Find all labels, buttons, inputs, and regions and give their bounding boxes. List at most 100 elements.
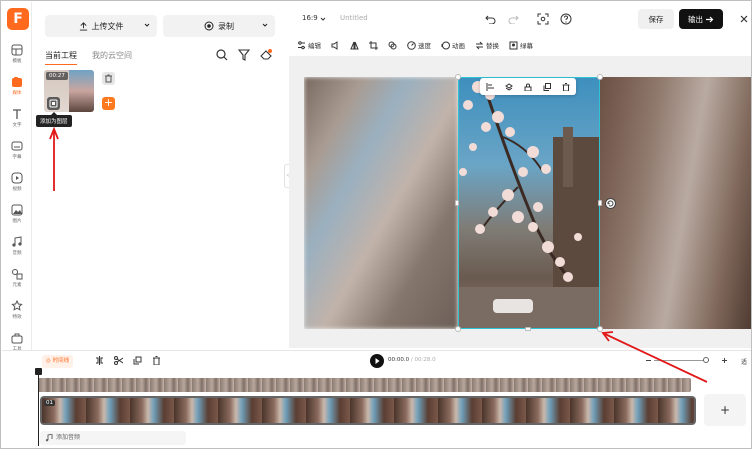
subtitle-icon [11, 141, 23, 151]
speed-tool[interactable]: 速度 [407, 40, 431, 50]
timeline-panel: ◎ 时间线 00:00.0 / 00:28.0 适 01 + 添加音频 [2, 350, 751, 448]
chevron-down-icon[interactable] [262, 22, 268, 28]
selection-box[interactable] [458, 77, 600, 329]
resize-handle-right[interactable] [598, 200, 602, 206]
record-button[interactable]: 录制 [163, 15, 275, 37]
resize-handle-top-left[interactable] [455, 74, 461, 80]
zoom-slider[interactable] [654, 360, 709, 361]
volume-icon [331, 40, 338, 50]
zoom-slider-knob[interactable] [703, 357, 709, 363]
sidebar-item-elements[interactable]: 元素 [2, 268, 32, 296]
add-audio-button[interactable]: 添加音频 [40, 431, 186, 445]
delete-media-button[interactable] [102, 72, 115, 85]
zoom-out-icon[interactable] [645, 357, 652, 364]
sidebar-item-images[interactable]: 图片 [2, 204, 32, 232]
search-icon[interactable] [215, 48, 229, 62]
resize-handle-bottom[interactable] [525, 327, 531, 331]
layers-icon[interactable] [504, 82, 513, 91]
animation-tool[interactable]: 动画 [441, 40, 465, 50]
animation-tool-label: 动画 [452, 42, 465, 50]
sidebar-item-label: 特效 [12, 315, 22, 320]
sidebar-item-label: 媒体 [12, 91, 22, 96]
total-time: 00:28.0 [414, 357, 436, 363]
record-icon [204, 21, 214, 31]
project-title[interactable]: Untitled [340, 14, 368, 22]
add-to-layer-tooltip: 添加为图层 [36, 112, 72, 127]
lock-icon[interactable] [524, 83, 532, 91]
replace-icon [475, 41, 484, 49]
app-logo: F [7, 8, 29, 30]
video-icon [11, 172, 23, 184]
add-to-layer-button[interactable] [47, 97, 60, 110]
blurred-background-left [304, 77, 458, 329]
export-label: 输出 [688, 14, 703, 24]
sliders-icon [298, 40, 305, 49]
crop-icon [369, 40, 378, 50]
chevron-down-icon[interactable] [144, 22, 150, 28]
tab-cloud-space[interactable]: 我的云空间 [92, 50, 132, 61]
filter-icon[interactable] [237, 48, 251, 62]
flip-icon [350, 41, 359, 49]
aspect-ratio-selector[interactable]: 16:9 [302, 14, 318, 22]
close-icon[interactable] [740, 15, 748, 23]
resize-handle-bottom-right[interactable] [597, 326, 603, 332]
filter-tool[interactable] [388, 41, 397, 50]
editor-header: 16:9 Untitled 保存 输出 [289, 2, 751, 35]
replace-tool[interactable]: 替换 [475, 40, 499, 50]
sidebar-item-text[interactable]: 文字 [2, 108, 32, 136]
video-track-clip[interactable]: 01 [40, 396, 696, 425]
export-button[interactable]: 输出 [679, 9, 723, 29]
element-floating-toolbar [480, 78, 576, 95]
sidebar-item-media[interactable]: 媒体 [2, 76, 32, 104]
volume-tool[interactable] [331, 40, 340, 50]
resize-handle-bottom-left[interactable] [455, 326, 461, 332]
playback-time: 00:00.0 / 00:28.0 [388, 357, 436, 363]
add-to-timeline-button[interactable]: + [102, 97, 115, 110]
app-window: F 模板 媒体 文字 字幕 视频 图片 音频 元素 特效 上传文件 录制 当前工… [0, 0, 752, 449]
split-icon[interactable] [95, 356, 104, 365]
duplicate-icon[interactable] [133, 356, 142, 365]
tab-current-project[interactable]: 当前工程 [45, 50, 77, 65]
playhead[interactable] [35, 368, 42, 446]
edit-tool[interactable]: 编辑 [297, 40, 321, 50]
layer-icon [49, 99, 58, 108]
rotate-icon[interactable] [605, 198, 616, 209]
sidebar-item-label: 音频 [12, 251, 22, 256]
effects-icon [11, 300, 23, 311]
duplicate-icon[interactable] [543, 82, 552, 91]
audio-icon [12, 236, 22, 247]
save-button[interactable]: 保存 [638, 9, 674, 29]
sidebar-item-label: 文字 [12, 123, 22, 128]
fit-timeline-button[interactable]: 适 [741, 357, 747, 366]
crop-tool[interactable] [369, 40, 378, 50]
speed-tool-label: 速度 [418, 42, 431, 50]
sidebar-item-audio[interactable]: 音频 [2, 236, 32, 264]
resize-handle-top-right[interactable] [597, 74, 603, 80]
timeline-mode-toggle[interactable]: ◎ 时间线 [42, 355, 74, 368]
track-index-badge: 01 [44, 400, 55, 406]
help-icon[interactable] [560, 13, 572, 25]
undo-icon[interactable] [485, 14, 496, 24]
play-button[interactable] [370, 354, 384, 368]
add-audio-label: 添加音频 [56, 434, 81, 441]
sidebar-item-subtitles[interactable]: 字幕 [2, 140, 32, 168]
trash-icon[interactable] [152, 356, 161, 365]
align-icon[interactable] [486, 82, 494, 91]
flip-tool[interactable] [350, 41, 359, 50]
sidebar-item-effects[interactable]: 特效 [2, 300, 32, 328]
timeline-ruler[interactable] [38, 378, 691, 392]
scissors-icon[interactable] [114, 356, 123, 365]
chevron-down-icon[interactable] [320, 16, 326, 22]
zoom-in-icon[interactable] [721, 357, 728, 364]
sidebar-item-label: 元素 [12, 283, 22, 288]
sidebar-item-templates[interactable]: 模板 [2, 44, 32, 72]
add-track-button[interactable]: + [704, 394, 746, 426]
clear-unused-icon[interactable] [259, 48, 273, 62]
resize-handle-left[interactable] [455, 200, 459, 206]
trash-icon[interactable] [562, 82, 570, 91]
redo-icon[interactable] [508, 14, 519, 24]
screenshot-icon[interactable] [537, 13, 549, 25]
sidebar-item-video[interactable]: 视频 [2, 172, 32, 200]
upload-button[interactable]: 上传文件 [45, 15, 157, 37]
greenscreen-tool[interactable]: 绿幕 [509, 40, 533, 50]
